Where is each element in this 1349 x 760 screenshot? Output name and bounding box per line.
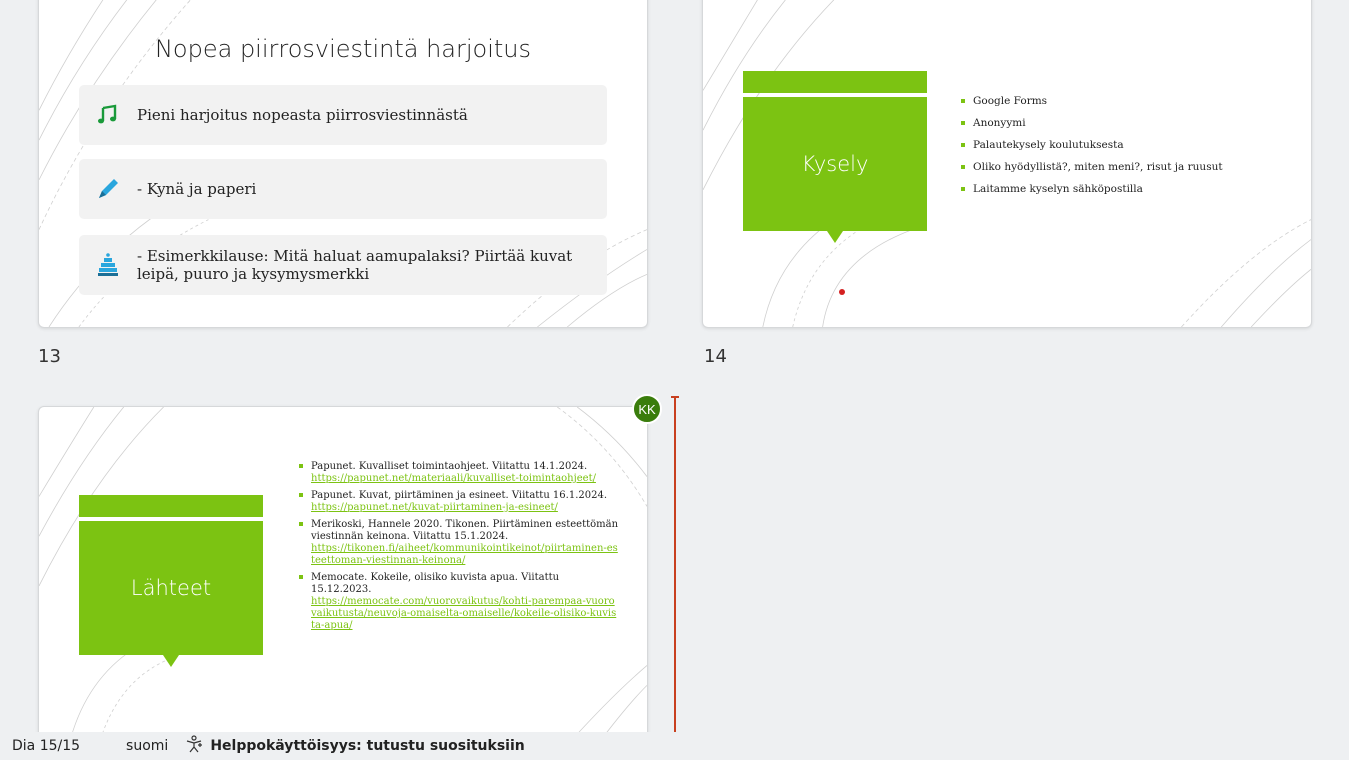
slide-thumbnail-15[interactable]: Lähteet Papunet. Kuvalliset toimintaohje… (38, 406, 648, 746)
reference-list: Papunet. Kuvalliset toimintaohjeet. Viit… (299, 461, 619, 637)
slide-counter[interactable]: Dia 15/15 (12, 738, 80, 754)
slide-title: Lähteet (79, 521, 263, 655)
bullet-item: Palautekysely koulutuksesta (961, 139, 1223, 152)
bullet-item: Laitamme kyselyn sähköpostilla (961, 183, 1223, 196)
accessibility-label: Helppokäyttöisyys: tutustu suosituksiin (210, 738, 525, 754)
slide-thumbnail-14[interactable]: Kysely Google Forms Anonyymi Palautekyse… (702, 0, 1312, 328)
bullet-list: Google Forms Anonyymi Palautekysely koul… (961, 95, 1223, 205)
reference-item: Papunet. Kuvalliset toimintaohjeet. Viit… (299, 461, 619, 485)
slide-thumbnail-13[interactable]: Nopea piirrosviestintä harjoitus Pieni h… (38, 0, 648, 328)
reference-text: Papunet. Kuvat, piirtäminen ja esineet. … (311, 490, 608, 501)
reference-link[interactable]: https://tikonen.fi/aiheet/kommunikointik… (311, 543, 619, 567)
reference-item: Merikoski, Hannele 2020. Tikonen. Piirtä… (299, 519, 619, 567)
status-bar: Dia 15/15 suomi Helppokäyttöisyys: tutus… (0, 732, 1349, 760)
reference-link[interactable]: https://papunet.net/kuvat-piirtaminen-ja… (311, 502, 619, 514)
callout-tail (827, 231, 843, 243)
reference-text: Merikoski, Hannele 2020. Tikonen. Piirtä… (311, 519, 619, 542)
content-card: - Esimerkkilause: Mitä haluat aamupalaks… (79, 235, 607, 295)
card-text-line: - Esimerkkilause: Mitä haluat aamupalaks… (137, 247, 573, 265)
reference-link[interactable]: https://memocate.com/vuorovaikutus/kohti… (311, 596, 619, 632)
reference-item: Memocate. Kokeile, olisiko kuvista apua.… (299, 572, 619, 632)
slide-title: Kysely (743, 97, 927, 231)
reference-link[interactable]: https://papunet.net/materiaali/kuvallise… (311, 473, 619, 485)
pencil-icon (79, 176, 137, 202)
title-accent-bar (743, 71, 927, 93)
bullet-item: Anonyymi (961, 117, 1223, 130)
slide-number-13: 13 (38, 346, 61, 367)
accessibility-checker-button[interactable]: Helppokäyttöisyys: tutustu suosituksiin (184, 735, 525, 757)
title-accent-bar (79, 495, 263, 517)
callout-tail (163, 655, 179, 667)
cake-icon (79, 252, 137, 278)
music-note-icon (79, 104, 137, 126)
bullet-item: Google Forms (961, 95, 1223, 108)
card-text: Pieni harjoitus nopeasta piirrosviestinn… (137, 106, 468, 124)
language-indicator[interactable]: suomi (126, 738, 168, 754)
accessibility-icon (184, 735, 210, 757)
reference-item: Papunet. Kuvat, piirtäminen ja esineet. … (299, 490, 619, 514)
laser-pointer-dot (839, 289, 845, 295)
collaborator-avatar[interactable]: KK (632, 394, 662, 424)
content-card: - Kynä ja paperi (79, 159, 607, 219)
content-card: Pieni harjoitus nopeasta piirrosviestinn… (79, 85, 607, 145)
slide-number-14: 14 (704, 346, 727, 367)
card-text-line: leipä, puuro ja kysymysmerkki (137, 265, 370, 283)
reference-text: Memocate. Kokeile, olisiko kuvista apua.… (311, 572, 560, 595)
reference-text: Papunet. Kuvalliset toimintaohjeet. Viit… (311, 461, 588, 472)
card-text: - Esimerkkilause: Mitä haluat aamupalaks… (137, 247, 572, 283)
card-text: - Kynä ja paperi (137, 180, 257, 198)
insertion-cursor (674, 397, 676, 737)
bullet-item: Oliko hyödyllistä?, miten meni?, risut j… (961, 161, 1223, 174)
slide-title: Nopea piirrosviestintä harjoitus (154, 35, 532, 63)
